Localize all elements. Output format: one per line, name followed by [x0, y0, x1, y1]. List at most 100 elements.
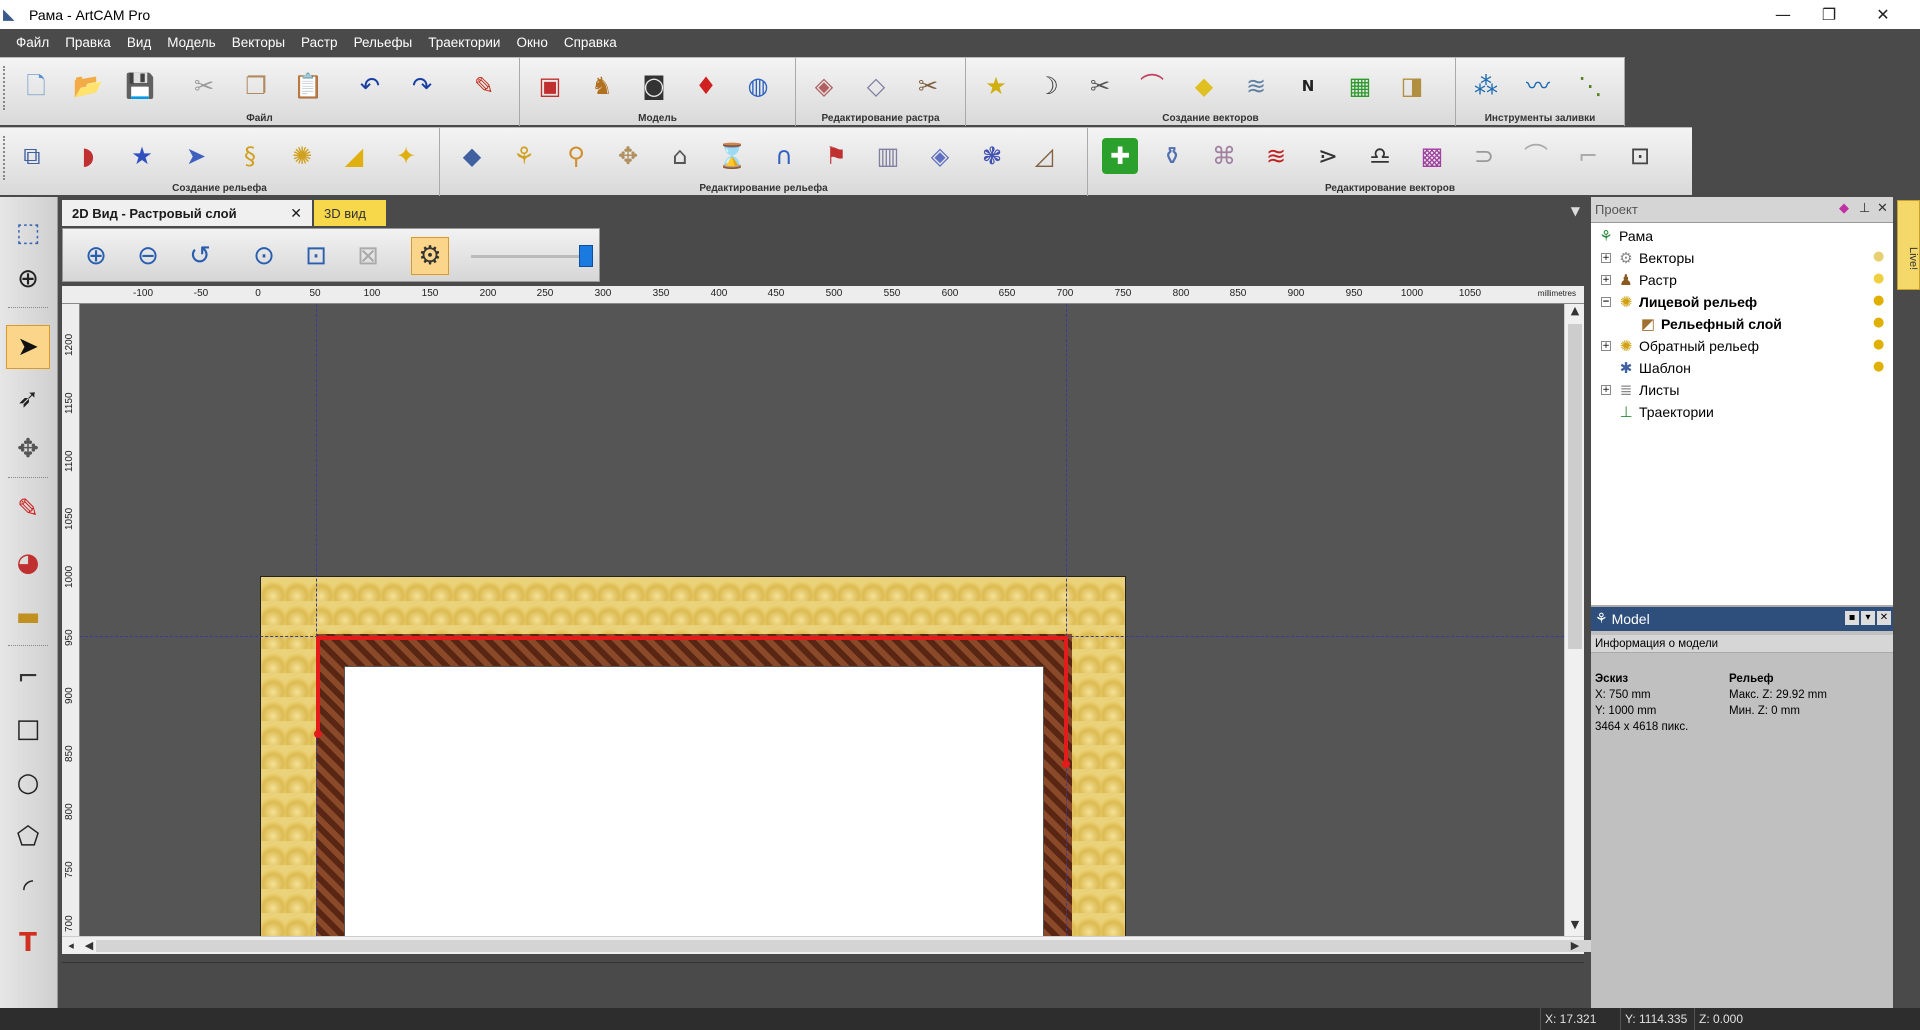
wave-fill-icon[interactable]: 〰	[1520, 68, 1556, 104]
tree-item-sheets[interactable]: + ≣ Листы	[1601, 379, 1679, 401]
expand-icon[interactable]: +	[1601, 253, 1611, 263]
arc-tool-icon[interactable]: ◜	[6, 867, 50, 911]
bitmap-to-vector-icon[interactable]: ★	[978, 68, 1014, 104]
pin-color-icon[interactable]: ◆	[1839, 201, 1849, 216]
menu-reliefs[interactable]: Рельефы	[346, 29, 421, 57]
paint-bucket-icon[interactable]: ◕	[6, 541, 50, 585]
bitmap-to-model-icon[interactable]: ♞	[584, 68, 620, 104]
collapse-icon[interactable]: −	[1601, 297, 1611, 307]
sculpt-icon[interactable]: ⚑	[818, 138, 854, 174]
bezier-icon[interactable]: ⌘	[1206, 138, 1242, 174]
node-edit-icon[interactable]: ⋗	[1310, 138, 1346, 174]
join-vector-icon[interactable]: ⊃	[1466, 138, 1502, 174]
menu-help[interactable]: Справка	[556, 29, 625, 57]
curve-icon[interactable]: ⌒	[1134, 68, 1170, 104]
nesting-icon[interactable]: N	[1290, 68, 1326, 104]
redo-icon[interactable]: ↷	[404, 68, 440, 104]
vertical-scrollbar[interactable]: ▲ ▼	[1564, 304, 1584, 936]
pencil-icon[interactable]: ✎	[6, 487, 50, 531]
tree-item-raster[interactable]: + ♟ Растр	[1601, 269, 1677, 291]
opacity-slider-track[interactable]	[471, 255, 591, 258]
open-folder-icon[interactable]: 📂	[70, 68, 106, 104]
tree-item-root[interactable]: ⚘ Рама	[1597, 225, 1653, 247]
smooth-icon[interactable]: ◆	[454, 138, 490, 174]
text-tool-icon[interactable]: T	[6, 921, 50, 965]
vector-grid-icon[interactable]: ▩	[1414, 138, 1450, 174]
notes-icon[interactable]: ✎	[466, 68, 502, 104]
scissors-vector-icon[interactable]: ✂	[1082, 68, 1118, 104]
erase-icon[interactable]: ✂	[910, 68, 946, 104]
panel-close-icon[interactable]: ✕	[1877, 201, 1888, 216]
zoom-in-icon[interactable]: ⊕	[77, 237, 115, 275]
lighting-icon[interactable]: ♦	[688, 68, 724, 104]
opacity-slider-thumb[interactable]	[579, 245, 593, 267]
visibility-bulb-icon[interactable]: ●	[1873, 249, 1887, 265]
scroll-up-icon[interactable]: ▲	[1565, 304, 1585, 322]
mesh-icon[interactable]: ◍	[740, 68, 776, 104]
sheet-relief-icon[interactable]: ◢	[336, 138, 372, 174]
scale-relief-icon[interactable]: ⚘	[506, 138, 542, 174]
layers-icon[interactable]: ≋	[1238, 68, 1274, 104]
tilt-icon[interactable]: ⌂	[662, 138, 698, 174]
vector-flame-icon[interactable]: ≋	[1258, 138, 1294, 174]
wrap-icon[interactable]: ∩	[766, 138, 802, 174]
menu-toolpaths[interactable]: Траектории	[420, 29, 508, 57]
design-canvas[interactable]	[80, 304, 1564, 936]
cut-icon[interactable]: ✂	[186, 68, 222, 104]
close-button[interactable]: ✕	[1860, 0, 1906, 29]
visibility-bulb-icon[interactable]: ●	[1873, 337, 1887, 353]
menu-file[interactable]: Файл	[8, 29, 57, 57]
spin-icon[interactable]: §	[232, 138, 268, 174]
tab-3d-view[interactable]: 3D вид	[314, 200, 386, 226]
tree-item-back-relief[interactable]: + ✺ Обратный рельеф	[1601, 335, 1759, 357]
fade-icon[interactable]: ✥	[610, 138, 646, 174]
live-tab[interactable]: Live!	[1897, 200, 1920, 290]
zoom-area-icon[interactable]: ⬚	[6, 211, 50, 255]
tree-item-toolpaths[interactable]: ⊥ Траектории	[1617, 401, 1713, 423]
globe-icon[interactable]: ⊕	[6, 257, 50, 301]
toolbar-grip[interactable]	[3, 66, 7, 110]
tree-fill-icon[interactable]: ⋱	[1572, 68, 1608, 104]
undo-icon[interactable]: ↶	[352, 68, 388, 104]
offset-vector-icon[interactable]: ◆	[1186, 68, 1222, 104]
paste-icon[interactable]: 📋	[290, 68, 326, 104]
scroll-thumb[interactable]	[96, 940, 1596, 952]
transform-icon[interactable]: ✥	[6, 427, 50, 471]
rectangle-icon[interactable]: □	[6, 707, 50, 751]
tree-item-vectors[interactable]: + ⚙ Векторы	[1601, 247, 1694, 269]
zoom-actual-icon[interactable]: ⊙	[245, 237, 283, 275]
arc-icon[interactable]: ☽	[1030, 68, 1066, 104]
maximize-button[interactable]: ❐	[1806, 0, 1852, 29]
new-file-icon[interactable]: 🗋	[18, 68, 54, 104]
pin-icon[interactable]: ⊥	[1859, 201, 1870, 216]
model-panel-pin-icon[interactable]: ▪	[1845, 611, 1859, 625]
knife-icon[interactable]: ◿	[1026, 138, 1062, 174]
circle-icon[interactable]: ○	[6, 761, 50, 805]
texture-icon[interactable]: ⌛	[714, 138, 750, 174]
visibility-bulb-icon[interactable]: ●	[1873, 359, 1887, 375]
grayscale-icon[interactable]: ◙	[636, 68, 672, 104]
sheet-icon[interactable]: ◨	[1394, 68, 1430, 104]
bevel-icon[interactable]: ▥	[870, 138, 906, 174]
menu-view[interactable]: Вид	[119, 29, 159, 57]
node-fill-icon[interactable]: ⁂	[1468, 68, 1504, 104]
menu-model[interactable]: Модель	[159, 29, 223, 57]
shape-star-icon[interactable]: ★	[124, 138, 160, 174]
paint-icon[interactable]: ◈	[806, 68, 842, 104]
model-panel-close-icon[interactable]: ✕	[1877, 611, 1891, 625]
menu-edit[interactable]: Правка	[57, 29, 119, 57]
zoom-out-icon[interactable]: ⊖	[129, 237, 167, 275]
tree-item-template[interactable]: ✱ Шаблон	[1617, 357, 1691, 379]
offset-relief-icon[interactable]: ⚲	[558, 138, 594, 174]
minimize-button[interactable]: —	[1760, 0, 1806, 29]
boolean-icon[interactable]: ❃	[974, 138, 1010, 174]
fillet-icon[interactable]: ⌒	[1518, 138, 1554, 174]
ruler-corner-icon[interactable]: ◂	[62, 937, 80, 955]
visibility-bulb-icon[interactable]: ●	[1873, 293, 1887, 309]
node-select-icon[interactable]: ➶	[6, 377, 50, 421]
menu-vectors[interactable]: Векторы	[224, 29, 293, 57]
selected-vector-path[interactable]	[80, 304, 1564, 936]
scroll-right-icon[interactable]: ▶	[1566, 937, 1584, 955]
visibility-bulb-icon[interactable]: ●	[1873, 271, 1887, 287]
align-icon[interactable]: ⊡	[1622, 138, 1658, 174]
